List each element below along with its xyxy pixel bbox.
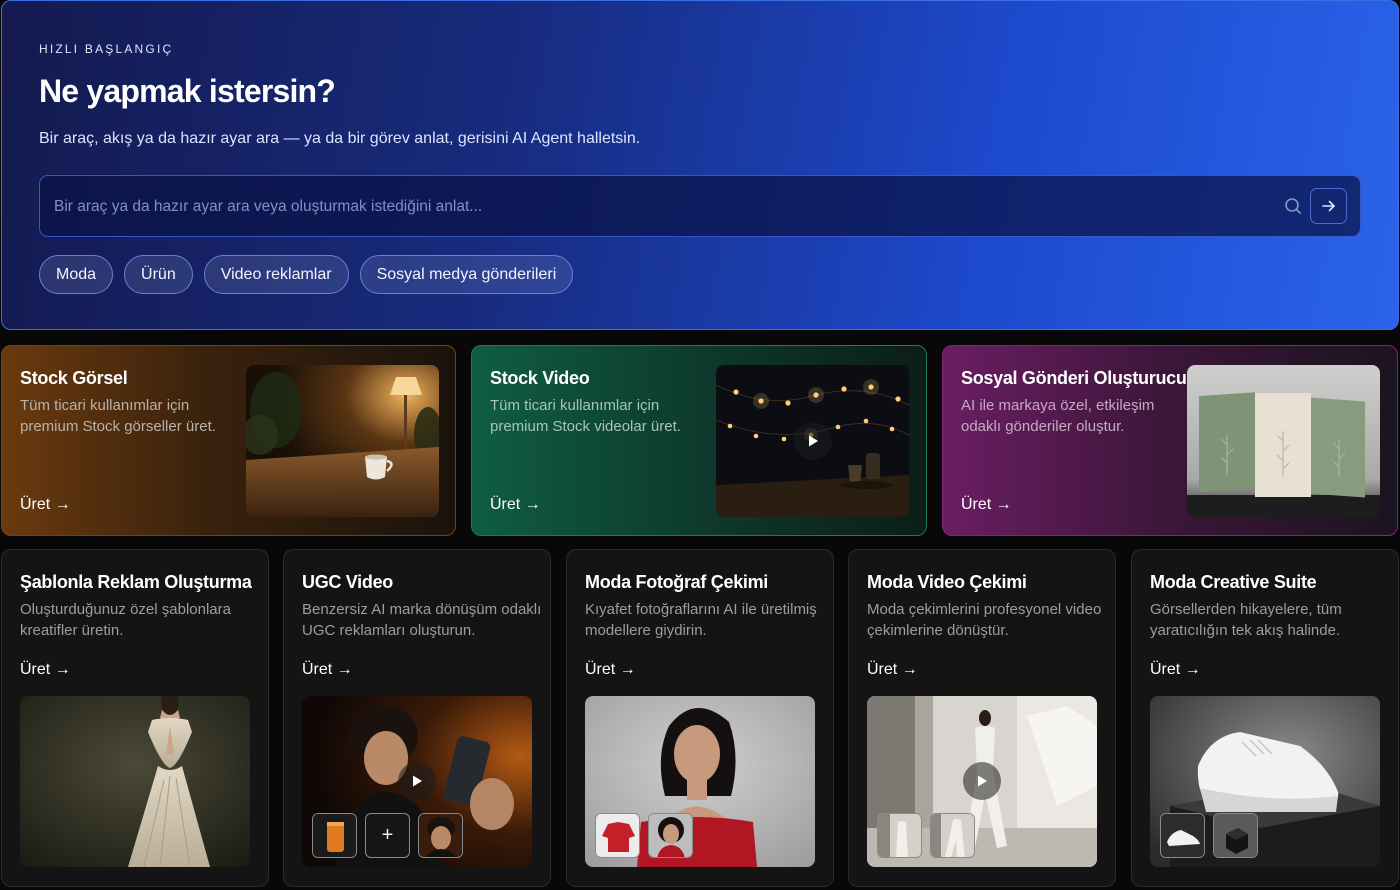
card-moda-creative-suite[interactable]: Moda Creative Suite Görsellerden hikayel… [1131,549,1399,887]
play-icon[interactable] [398,762,436,800]
fashion-video-preview [867,696,1097,867]
card-moda-video[interactable]: Moda Video Çekimi Moda çekimlerini profe… [848,549,1116,887]
submit-search-button[interactable] [1310,188,1347,224]
card-description: Görsellerden hikayelere, tüm yaratıcılığ… [1150,601,1342,639]
generate-link[interactable]: Üret → [490,496,541,514]
card-stock-gorsel[interactable]: Stock Görsel Tüm ticari kullanımlar için… [1,345,456,536]
model-thumbnail[interactable] [648,813,693,858]
hero-title: Ne yapmak istersin? [39,73,336,109]
card-stock-video[interactable]: Stock Video Tüm ticari kullanımlar için … [471,345,927,536]
card-description: Tüm ticari kullanımlar için premium Stoc… [490,397,681,435]
generate-link[interactable]: Üret → [20,661,71,679]
card-sosyal-gonderi[interactable]: Sosyal Gönderi Oluşturucu AI ile markaya… [942,345,1398,536]
search-icon[interactable] [1283,196,1303,216]
card-description: Kıyafet fotoğraflarını AI ile üretilmiş … [585,601,817,639]
chip-moda[interactable]: Moda [39,255,114,294]
generate-link[interactable]: Üret → [20,496,71,514]
search-input[interactable] [54,194,1254,220]
generate-link[interactable]: Üret → [302,661,353,679]
chip-urun[interactable]: Ürün [124,255,193,294]
pose-thumbnail[interactable] [930,813,975,858]
card-sablonla-reklam[interactable]: Şablonla Reklam Oluşturma Oluşturduğunuz… [1,549,269,887]
card-title: Moda Video Çekimi [867,572,1027,592]
quick-filter-chips: Moda Ürün Video reklamlar Sosyal medya g… [39,255,574,294]
outfit-thumbnail[interactable] [877,813,922,858]
generate-link[interactable]: Üret → [961,496,1012,514]
card-title: Sosyal Gönderi Oluşturucu [961,368,1187,388]
card-description: Moda çekimlerini profesyonel video çekim… [867,601,1102,639]
fashion-photo-preview [585,696,815,867]
stock-image-thumbnail [246,365,439,517]
play-icon[interactable] [963,762,1001,800]
card-title: Moda Fotoğraf Çekimi [585,572,769,592]
arrow-right-icon [1321,200,1335,212]
hero-kicker: HIZLI BAŞLANGIÇ [39,42,174,56]
chip-video-reklamlar[interactable]: Video reklamlar [203,255,349,294]
stock-video-thumbnail [716,365,909,517]
plus-icon: + [381,824,394,846]
sneaker-thumbnail[interactable] [1160,813,1205,858]
card-title: UGC Video [302,572,393,592]
card-description: Oluşturduğunuz özel şablonlara kreatifle… [20,601,231,639]
generate-link[interactable]: Üret → [867,661,918,679]
card-title: Stock Görsel [20,368,128,388]
ugc-video-preview: + [302,696,532,867]
ugc-avatar-thumbnail[interactable] [418,813,463,858]
garment-thumbnail[interactable] [595,813,640,858]
ugc-product-thumbnail[interactable] [312,813,357,858]
template-ad-preview [20,696,250,867]
quick-start-hero: HIZLI BAŞLANGIÇ Ne yapmak istersin? Bir … [1,0,1399,330]
card-title: Moda Creative Suite [1150,572,1317,592]
card-title: Şablonla Reklam Oluşturma [20,572,252,592]
social-post-thumbnail [1187,365,1380,517]
creative-suite-preview [1150,696,1380,867]
play-icon[interactable] [794,422,832,460]
generate-link[interactable]: Üret → [585,661,636,679]
card-ugc-video[interactable]: UGC Video Benzersiz AI marka dönüşüm oda… [283,549,551,887]
generate-link[interactable]: Üret → [1150,661,1201,679]
chip-sosyal-medya[interactable]: Sosyal medya gönderileri [359,255,574,294]
card-description: Benzersiz AI marka dönüşüm odaklı UGC re… [302,601,542,639]
search-bar [39,175,1361,237]
card-title: Stock Video [490,368,590,388]
card-description: AI ile markaya özel, etkileşim odaklı gö… [961,397,1155,435]
card-moda-fotograf[interactable]: Moda Fotoğraf Çekimi Kıyafet fotoğraflar… [566,549,834,887]
add-asset-button[interactable]: + [365,813,410,858]
card-description: Tüm ticari kullanımlar için premium Stoc… [20,397,216,435]
pedestal-thumbnail[interactable] [1213,813,1258,858]
hero-subtitle: Bir araç, akış ya da hazır ayar ara — ya… [39,130,641,147]
